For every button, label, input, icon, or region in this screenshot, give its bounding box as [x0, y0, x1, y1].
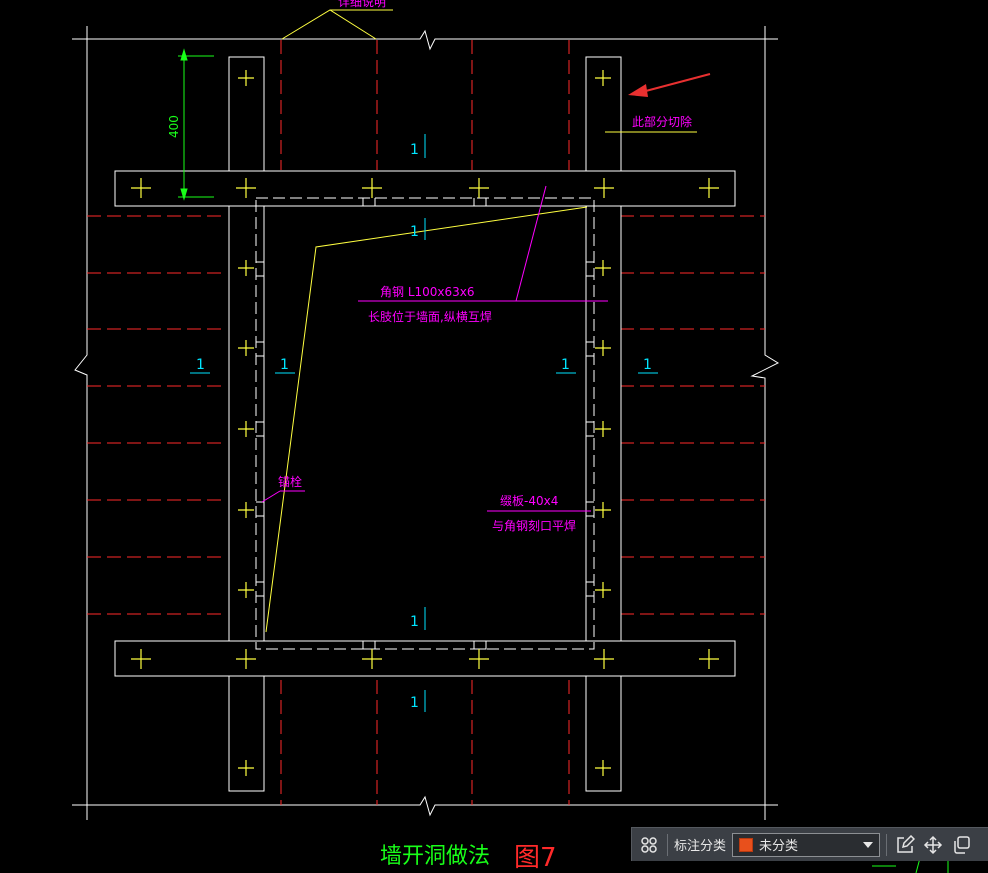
classify-label: 标注分类 — [674, 838, 727, 853]
toolbar-separator — [667, 833, 668, 856]
weld-ticks — [256, 198, 594, 650]
section-mark-label: 1 — [643, 357, 652, 373]
flat-steel-note: 与角钢刻口平焊 — [492, 518, 576, 533]
steel-plates — [114, 56, 736, 792]
edit-icon[interactable] — [891, 831, 919, 859]
section-mark-label: 1 — [410, 614, 419, 630]
chevron-down-icon — [863, 841, 874, 848]
category-color-swatch — [739, 837, 754, 852]
section-mark-label: 1 — [410, 695, 419, 711]
category-value: 未分类 — [759, 838, 799, 853]
top-label: 详细说明 — [338, 0, 386, 9]
copy-icon[interactable] — [947, 831, 975, 859]
move-icon[interactable] — [919, 831, 947, 859]
cut-note: 此部分切除 — [632, 114, 692, 129]
section-mark-label: 1 — [410, 224, 419, 240]
hidden-lines-horizontal — [87, 215, 765, 615]
angle-steel-spec: 角钢 L100x63x6 — [380, 285, 475, 299]
bolt-note: 锚栓 — [278, 474, 302, 489]
section-mark-label: 1 — [196, 357, 205, 373]
drawing-title: 墙开洞做法 — [380, 844, 490, 869]
angle-steel-note: 长肢位于墙面,纵横互焊 — [368, 309, 492, 324]
annotation-toolbar: 标注分类 未分类 — [631, 827, 988, 861]
category-select[interactable]: 未分类 — [732, 832, 881, 857]
toolbar-separator — [886, 833, 888, 856]
dimension-text: 400 — [167, 115, 181, 138]
red-arrow — [628, 73, 711, 97]
flat-steel-spec: 缀板-40x4 — [500, 494, 558, 508]
section-mark-label: 1 — [561, 357, 570, 373]
section-mark-label: 1 — [410, 142, 419, 158]
opening-frame — [255, 197, 595, 650]
cad-drawing: 1 1 1 1 1 1 1 1 详细说明 400 此部分切除 角钢 L100x6… — [72, 0, 949, 873]
cad-viewport[interactable]: 1 1 1 1 1 1 1 1 详细说明 400 此部分切除 角钢 L100x6… — [0, 0, 988, 873]
figure-number: 图7 — [514, 843, 557, 873]
magenta-leaders — [261, 185, 608, 512]
grid-icon[interactable] — [635, 831, 663, 859]
section-mark-label: 1 — [280, 357, 289, 373]
